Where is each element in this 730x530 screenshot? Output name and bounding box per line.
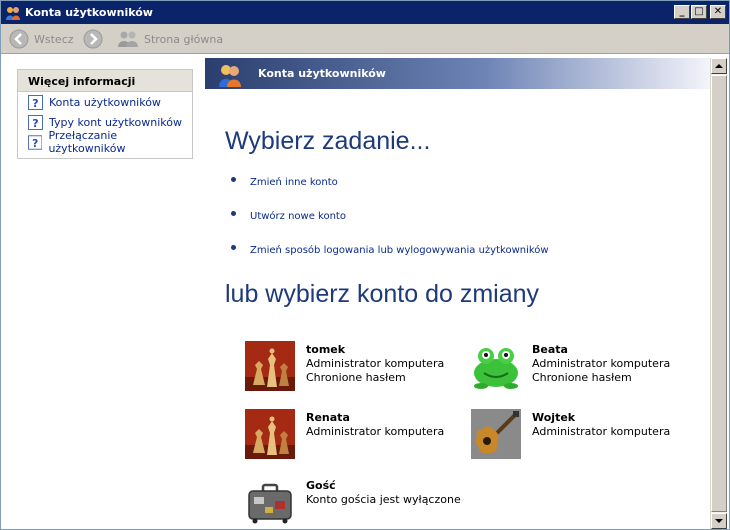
home-button[interactable]: Strona główna [117,28,223,50]
title-bar[interactable]: Konta użytkowników _ □ ✕ [1,1,729,24]
window-title: Konta użytkowników [25,6,153,19]
scroll-down-button[interactable] [711,513,727,529]
vertical-scrollbar[interactable] [710,58,727,529]
sidebar-link-label: Przełączanie użytkowników [48,129,126,155]
account-role: Administrator komputera [532,425,671,438]
account-name: tomek [306,343,346,356]
scroll-thumb[interactable] [711,75,727,512]
forward-button[interactable] [83,28,103,50]
svg-text:?: ? [32,97,38,110]
account-tile-tomek[interactable]: tomek Administrator komputera Chronione … [245,341,444,391]
account-name: Beata [532,343,568,356]
green-frog-picture [471,341,521,391]
account-role: Administrator komputera [306,425,445,438]
toolbar: Wstecz Strona główna [1,24,729,54]
sidebar: Więcej informacji ? Konta użytkowników ?… [1,55,205,529]
bullet-icon [231,245,236,250]
account-name: Gość [306,479,336,492]
task-label: Zmień inne konto [250,177,338,188]
more-info-header: Więcej informacji [18,70,192,92]
sidebar-link-user-accounts[interactable]: ? Konta użytkowników [18,92,192,112]
help-icon: ? [28,94,43,110]
account-status: Konto gościa jest wyłączone [306,493,461,506]
account-tile-wojtek[interactable]: Wojtek Administrator komputera [471,409,670,459]
task-change-account[interactable]: Zmień inne konto [231,177,338,188]
account-tile-renata[interactable]: Renata Administrator komputera [245,409,444,459]
banner-title: Konta użytkowników [258,67,386,80]
arrow-down-icon [715,519,723,523]
account-role: Administrator komputera [306,357,445,370]
home-label: Strona główna [144,32,224,46]
task-label: Utwórz nowe konto [250,211,346,222]
task-create-account[interactable]: Utwórz nowe konto [231,211,346,222]
account-password-status: Chronione hasłem [532,371,632,384]
account-name: Wojtek [532,411,576,424]
window: Konta użytkowników _ □ ✕ Wstecz Strona g… [0,0,730,530]
header-banner: Konta użytkowników [205,58,710,89]
minimize-button[interactable]: _ [674,5,690,19]
back-arrow-icon [9,29,29,49]
close-button[interactable]: ✕ [710,5,726,19]
account-tile-guest[interactable]: Gość Konto gościa jest wyłączone [245,477,461,527]
svg-text:?: ? [32,137,38,149]
users-home-icon [118,31,138,47]
account-role: Administrator komputera [532,357,671,370]
svg-text:?: ? [32,117,38,130]
forward-arrow-icon [83,29,103,49]
accounts-heading: lub wybierz konto do zmiany [225,280,540,308]
chess-pieces-picture [245,341,295,391]
scroll-up-button[interactable] [711,58,727,74]
electric-guitar-picture [471,409,521,459]
tasks-heading: Wybierz zadanie... [225,127,431,155]
bullet-icon [231,211,236,216]
back-button[interactable]: Wstecz [9,28,74,50]
task-label: Zmień sposób logowania lub wylogowywania… [250,245,549,256]
sidebar-link-label: Typy kont użytkowników [49,115,182,129]
bullet-icon [231,177,236,182]
maximize-button[interactable]: □ [691,5,707,19]
account-password-status: Chronione hasłem [306,371,406,384]
arrow-up-icon [715,64,723,68]
main-content: Wybierz zadanie... Zmień inne konto Utwó… [205,89,710,529]
suitcase-picture [245,477,295,527]
sidebar-link-switching-users[interactable]: ? Przełączanie użytkowników [18,129,192,155]
task-change-logon[interactable]: Zmień sposób logowania lub wylogowywania… [231,245,549,256]
users-icon [6,7,20,20]
chess-pieces-picture [245,409,295,459]
account-tile-beata[interactable]: Beata Administrator komputera Chronione … [471,341,670,391]
users-icon [219,65,241,87]
more-info-panel: Więcej informacji ? Konta użytkowników ?… [17,69,193,159]
sidebar-link-label: Konta użytkowników [49,95,161,109]
help-icon: ? [28,134,43,149]
account-name: Renata [306,411,350,424]
help-icon: ? [28,114,43,130]
back-label: Wstecz [34,32,74,46]
